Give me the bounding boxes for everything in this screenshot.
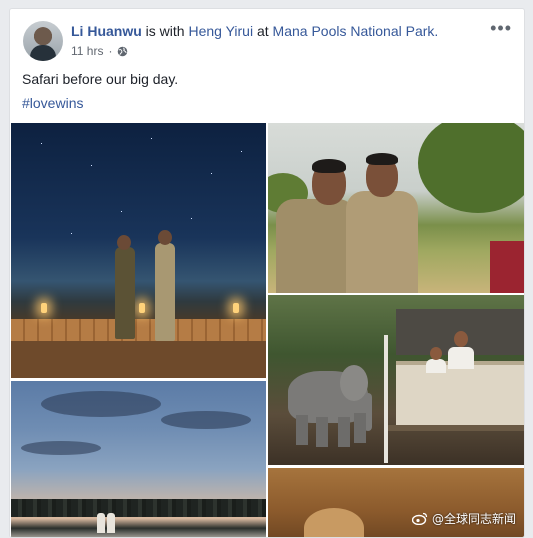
post-header: Li Huanwu is with Heng Yirui at Mana Poo… <box>71 23 438 39</box>
tagged-person-link[interactable]: Heng Yirui <box>188 23 253 39</box>
photo-partial-animal[interactable] <box>268 468 524 537</box>
photo-night-deck[interactable] <box>11 123 266 378</box>
weibo-icon <box>411 512 428 525</box>
timestamp-link[interactable]: 11 hrs <box>71 44 103 58</box>
author-link[interactable]: Li Huanwu <box>71 23 142 39</box>
more-options-icon[interactable]: ••• <box>490 19 512 37</box>
post-text: Safari before our big day. <box>22 71 179 87</box>
location-link[interactable]: Mana Pools National Park. <box>273 23 439 39</box>
watermark: @全球同志新闻 <box>411 510 516 527</box>
photo-dusk-landscape[interactable] <box>11 381 266 537</box>
photo-elephant-camp[interactable] <box>268 295 524 465</box>
post-card: Li Huanwu is with Heng Yirui at Mana Poo… <box>9 8 525 538</box>
hashtag-link[interactable]: #lovewins <box>22 95 83 111</box>
globe-icon[interactable] <box>117 46 128 57</box>
watermark-text: @全球同志新闻 <box>431 512 516 526</box>
photo-portrait-couple[interactable] <box>268 123 524 293</box>
post-meta: 11 hrs · <box>71 44 128 58</box>
at-text: at <box>256 23 269 39</box>
with-text: is with <box>145 23 185 39</box>
avatar[interactable] <box>23 21 63 61</box>
